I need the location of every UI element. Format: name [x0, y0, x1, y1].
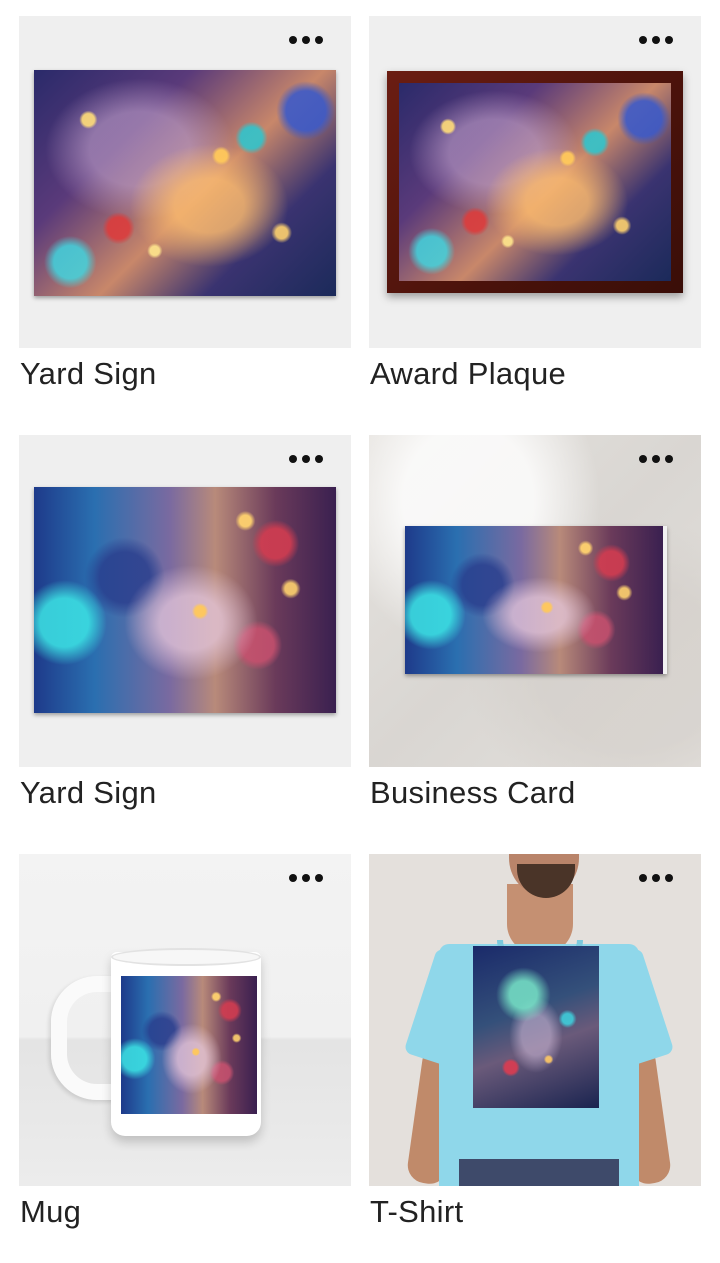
product-image-tile[interactable] — [19, 435, 351, 767]
yard-sign-artwork — [34, 487, 336, 713]
product-label[interactable]: Business Card — [370, 775, 576, 811]
business-card-artwork — [405, 526, 667, 674]
product-card-business-card[interactable]: Business Card — [369, 435, 701, 810]
product-card-award-plaque[interactable]: Award Plaque — [369, 16, 701, 391]
product-image-tile[interactable] — [19, 16, 351, 348]
mug-rim — [111, 948, 261, 966]
more-options-icon[interactable] — [289, 30, 323, 50]
product-image-tile[interactable] — [369, 16, 701, 348]
product-label[interactable]: Yard Sign — [20, 356, 157, 392]
product-card-yard-sign-2[interactable]: Yard Sign — [19, 435, 351, 810]
yard-sign-artwork — [34, 70, 336, 296]
more-options-icon[interactable] — [289, 868, 323, 888]
product-image-tile[interactable] — [369, 435, 701, 767]
product-label[interactable]: Yard Sign — [20, 775, 157, 811]
product-card-yard-sign-1[interactable]: Yard Sign — [19, 16, 351, 391]
product-card-mug[interactable]: Mug — [19, 854, 351, 1229]
product-label[interactable]: Mug — [20, 1194, 81, 1230]
more-options-icon[interactable] — [289, 449, 323, 469]
model-jeans — [459, 1159, 619, 1186]
mug-artwork — [121, 976, 257, 1114]
product-label[interactable]: T-Shirt — [370, 1194, 463, 1230]
more-options-icon[interactable] — [639, 868, 673, 888]
product-image-tile[interactable] — [19, 854, 351, 1186]
award-plaque-artwork — [399, 83, 671, 281]
product-label[interactable]: Award Plaque — [370, 356, 566, 392]
more-options-icon[interactable] — [639, 30, 673, 50]
t-shirt-print-artwork — [473, 946, 599, 1108]
product-card-t-shirt[interactable]: T-Shirt — [369, 854, 701, 1229]
more-options-icon[interactable] — [639, 449, 673, 469]
product-image-tile[interactable] — [369, 854, 701, 1186]
